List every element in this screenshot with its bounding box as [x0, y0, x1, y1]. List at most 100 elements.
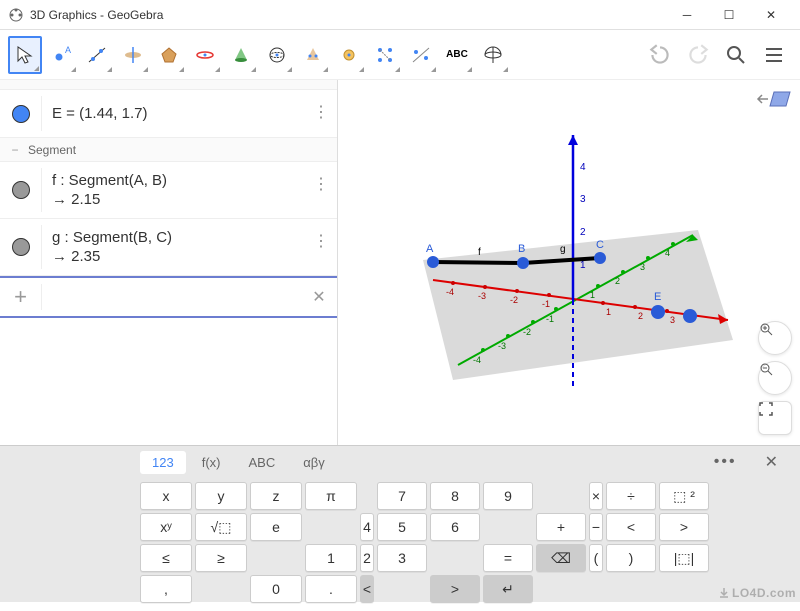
- minimize-button[interactable]: ─: [666, 1, 708, 29]
- svg-text:f: f: [478, 247, 481, 258]
- svg-text:3: 3: [670, 315, 675, 325]
- tool-sphere[interactable]: [260, 36, 294, 74]
- window-title: 3D Graphics - GeoGebra: [30, 8, 666, 22]
- row-menu-icon[interactable]: ⋮: [313, 102, 337, 122]
- kb-tab-greek[interactable]: αβγ: [291, 451, 337, 474]
- svg-text:1: 1: [580, 260, 586, 271]
- key-mult[interactable]: ×: [589, 482, 603, 510]
- svg-text:B: B: [518, 243, 525, 255]
- tool-rotate-view[interactable]: [476, 36, 510, 74]
- hamburger-menu[interactable]: [756, 37, 792, 73]
- 3d-graphics-view[interactable]: 1 2 3 4 -4 -3 -2 -1 1 2 3 -4 -3 -2 -1: [338, 80, 800, 445]
- algebra-row-segment-g[interactable]: g : Segment(B, C) → 2.35 ⋮: [0, 219, 337, 276]
- row-menu-icon[interactable]: ⋮: [313, 174, 337, 194]
- algebra-expr: E = (1.44, 1.7): [42, 101, 313, 126]
- key-backspace[interactable]: ⌫: [536, 544, 586, 572]
- key-gt[interactable]: >: [659, 513, 709, 541]
- key-2[interactable]: 2: [360, 544, 374, 572]
- key-eq[interactable]: =: [483, 544, 533, 572]
- search-button[interactable]: [718, 37, 754, 73]
- key-sq[interactable]: ⬚ ²: [659, 482, 709, 510]
- tool-plane[interactable]: [116, 36, 150, 74]
- key-left[interactable]: <: [360, 575, 374, 603]
- svg-text:C: C: [596, 239, 604, 251]
- algebra-toggle-bar[interactable]: [0, 80, 337, 90]
- key-abs[interactable]: |⬚|: [659, 544, 709, 572]
- key-sqrt[interactable]: √⬚: [195, 513, 247, 541]
- key-0[interactable]: 0: [250, 575, 302, 603]
- key-div[interactable]: ÷: [606, 482, 656, 510]
- kb-tab-123[interactable]: 123: [140, 451, 186, 474]
- key-1[interactable]: 1: [305, 544, 357, 572]
- key-rparen[interactable]: ): [606, 544, 656, 572]
- algebra-view: E = (1.44, 1.7) ⋮ − Segment f : Segment(…: [0, 80, 338, 445]
- visibility-toggle[interactable]: [0, 168, 42, 212]
- key-plus[interactable]: +: [536, 513, 586, 541]
- kb-more-icon[interactable]: •••: [702, 453, 749, 471]
- add-input-icon[interactable]: +: [0, 284, 42, 310]
- tool-polygon[interactable]: [152, 36, 186, 74]
- key-minus[interactable]: −: [589, 513, 603, 541]
- keyboard-grid: x y z π 7 8 9 × ÷ ⬚ ² xʸ √⬚ e 4 5 6 + − …: [0, 478, 800, 611]
- tool-circle[interactable]: [188, 36, 222, 74]
- 3d-canvas[interactable]: 1 2 3 4 -4 -3 -2 -1 1 2 3 -4 -3 -2 -1: [338, 80, 800, 445]
- key-6[interactable]: 6: [430, 513, 480, 541]
- key-enter[interactable]: ↵: [483, 575, 533, 603]
- tool-move[interactable]: [8, 36, 42, 74]
- key-3[interactable]: 3: [377, 544, 427, 572]
- key-pi[interactable]: π: [305, 482, 357, 510]
- zoom-out-button[interactable]: [758, 361, 792, 395]
- kb-close-icon[interactable]: ✕: [753, 452, 790, 472]
- key-pow[interactable]: xʸ: [140, 513, 192, 541]
- close-button[interactable]: ✕: [750, 1, 792, 29]
- key-9[interactable]: 9: [483, 482, 533, 510]
- key-right[interactable]: >: [430, 575, 480, 603]
- key-ge[interactable]: ≥: [195, 544, 247, 572]
- key-lparen[interactable]: (: [589, 544, 603, 572]
- row-menu-icon[interactable]: ⋮: [313, 231, 337, 251]
- key-x[interactable]: x: [140, 482, 192, 510]
- svg-text:3: 3: [640, 262, 645, 272]
- tool-point[interactable]: A: [44, 36, 78, 74]
- undo-button[interactable]: [642, 37, 678, 73]
- svg-text:A: A: [426, 243, 434, 255]
- clear-input-icon[interactable]: ✕: [301, 287, 337, 307]
- key-y[interactable]: y: [195, 482, 247, 510]
- algebra-row-point-E[interactable]: E = (1.44, 1.7) ⋮: [0, 90, 337, 138]
- key-5[interactable]: 5: [377, 513, 427, 541]
- zoom-in-button[interactable]: [758, 321, 792, 355]
- algebra-section-segment[interactable]: − Segment: [0, 138, 337, 162]
- kb-tab-abc[interactable]: ABC: [236, 451, 287, 474]
- key-dot[interactable]: .: [305, 575, 357, 603]
- key-z[interactable]: z: [250, 482, 302, 510]
- redo-button[interactable]: [680, 37, 716, 73]
- svg-text:-2: -2: [510, 295, 518, 305]
- tool-cone[interactable]: [224, 36, 258, 74]
- key-e[interactable]: e: [250, 513, 302, 541]
- tool-text[interactable]: ABC: [440, 36, 474, 74]
- maximize-button[interactable]: ☐: [708, 1, 750, 29]
- key-4[interactable]: 4: [360, 513, 374, 541]
- tool-tangent[interactable]: [332, 36, 366, 74]
- svg-text:1: 1: [590, 290, 595, 300]
- svg-text:-3: -3: [478, 291, 486, 301]
- tool-reflect[interactable]: [404, 36, 438, 74]
- collapse-icon[interactable]: −: [8, 143, 22, 157]
- tool-line[interactable]: [80, 36, 114, 74]
- view-toggle-button[interactable]: [756, 86, 792, 117]
- key-le[interactable]: ≤: [140, 544, 192, 572]
- algebra-input[interactable]: [42, 278, 301, 316]
- key-lt[interactable]: <: [606, 513, 656, 541]
- key-comma[interactable]: ,: [140, 575, 192, 603]
- tool-intersect[interactable]: [296, 36, 330, 74]
- visibility-toggle[interactable]: [0, 96, 42, 131]
- svg-text:g: g: [560, 244, 566, 255]
- algebra-row-segment-f[interactable]: f : Segment(A, B) → 2.15 ⋮: [0, 162, 337, 219]
- key-8[interactable]: 8: [430, 482, 480, 510]
- tool-angle[interactable]: [368, 36, 402, 74]
- fullscreen-button[interactable]: [758, 401, 792, 435]
- key-7[interactable]: 7: [377, 482, 427, 510]
- svg-text:-3: -3: [498, 341, 506, 351]
- kb-tab-fx[interactable]: f(x): [190, 451, 233, 474]
- visibility-toggle[interactable]: [0, 225, 42, 269]
